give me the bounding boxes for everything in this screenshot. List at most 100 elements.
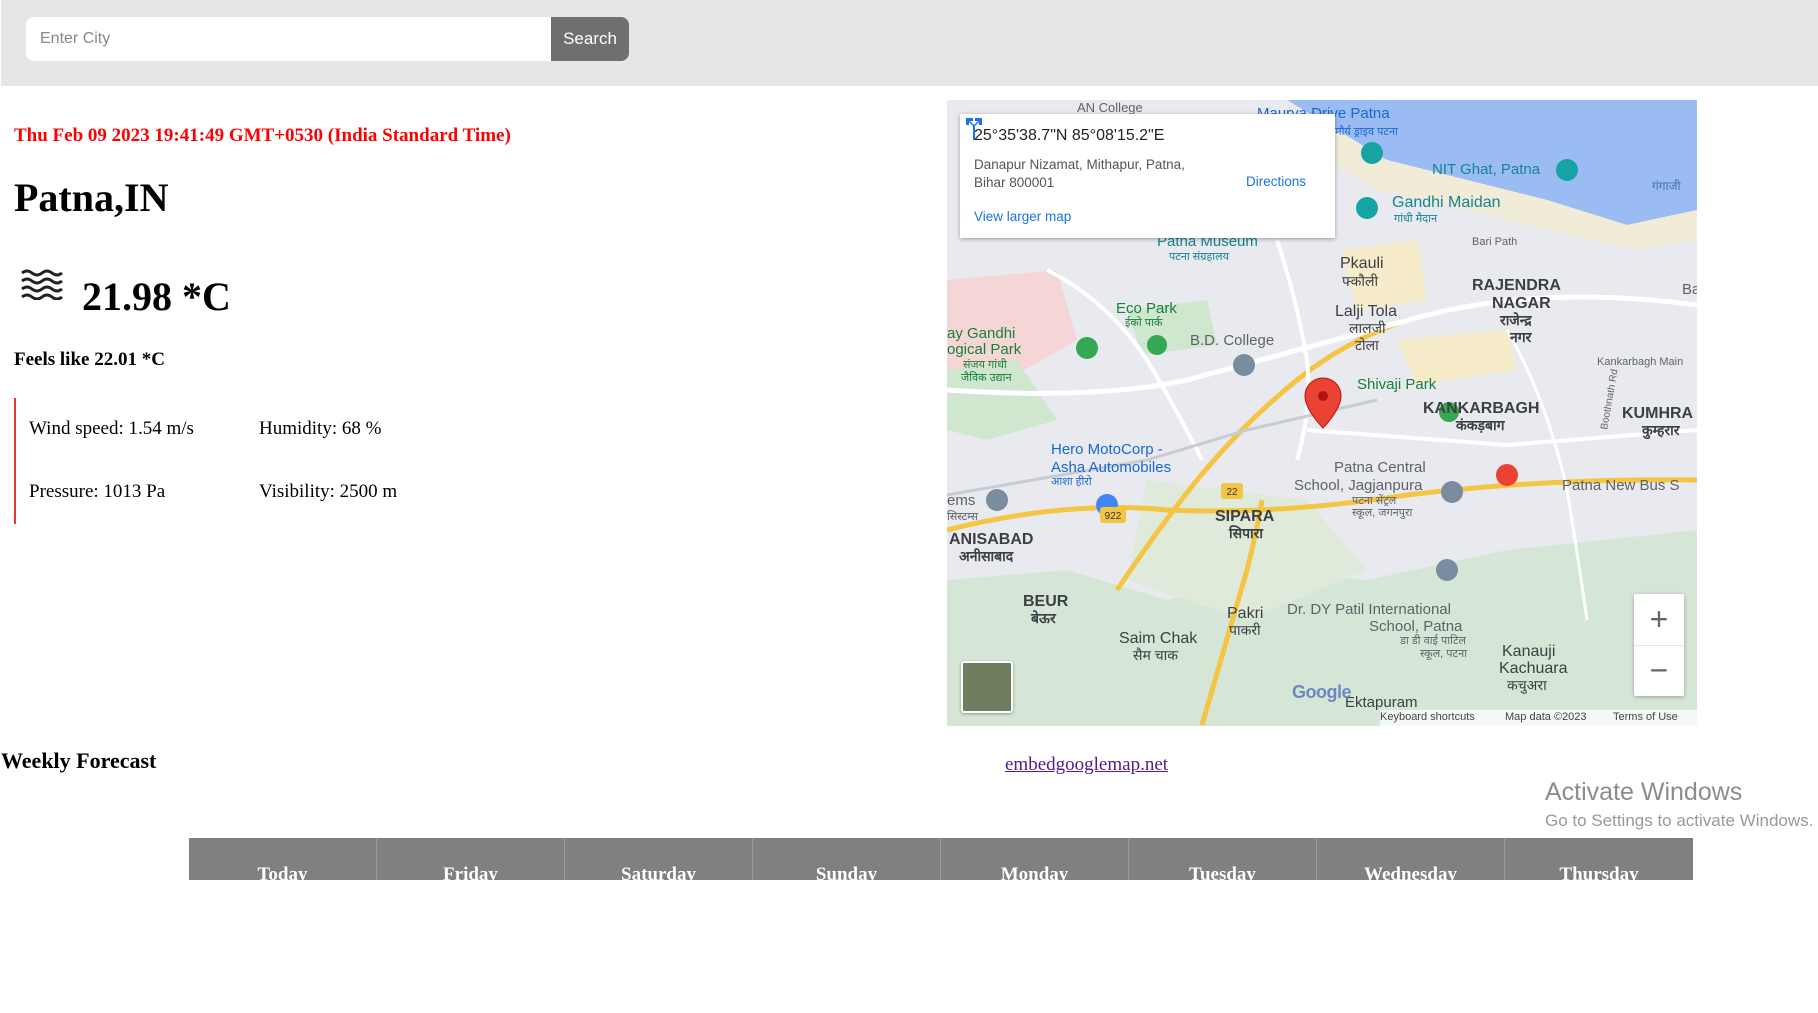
map-label: पटना संग्रहालय: [1169, 250, 1230, 263]
temperature-value: 21.98 *C: [82, 274, 231, 319]
map-address: Danapur Nizamat, Mithapur, Patna, Bihar …: [974, 157, 1185, 190]
map-label: सिपारा: [1228, 525, 1264, 541]
map-label: फ्कौली: [1342, 273, 1378, 289]
forecast-day-header: Wednesday: [1317, 838, 1505, 880]
windows-activation-watermark: Activate Windows Go to Settings to activ…: [1545, 778, 1813, 831]
map-label: Kankarbagh Main: [1597, 356, 1683, 368]
map-label: Saim Chak: [1119, 630, 1198, 647]
map-label: ईको पार्क: [1125, 316, 1163, 329]
map-label: NIT Ghat, Patna: [1432, 161, 1541, 178]
embed-credit-link[interactable]: embedgooglemap.net: [1005, 754, 1168, 776]
map-coordinates: 25°35'38.7"N 85°08'15.2"E: [974, 127, 1165, 144]
road-shield: 22: [1226, 487, 1238, 498]
google-logo: Google: [1292, 682, 1352, 702]
forecast-day-header: Tuesday: [1129, 838, 1317, 880]
map-label: Dr. DY Patil International: [1287, 601, 1451, 618]
map-label: Bari Path: [1472, 236, 1517, 248]
map-label: BEUR: [1023, 593, 1069, 610]
map-label: कचुअरा: [1507, 677, 1547, 694]
map-label: SIPARA: [1215, 508, 1275, 525]
map-label: गंगाजी: [1652, 179, 1682, 193]
map-label: ems: [947, 492, 975, 509]
map-label: सैम चाक: [1133, 647, 1178, 663]
map-label: अनीसाबाद: [959, 548, 1014, 564]
map-label: सिस्टम्स: [947, 510, 979, 523]
wind-speed: Wind speed: 1.54 m/s: [29, 418, 194, 439]
map-label: AN College: [1077, 100, 1143, 115]
map-label: KANKARBAGH: [1423, 400, 1539, 417]
map-label: School, Patna: [1369, 618, 1463, 635]
embedded-map[interactable]: AN College Maurya Drive Patna मौर्य ड्रा…: [947, 100, 1697, 726]
activation-subtitle: Go to Settings to activate Windows.: [1545, 811, 1814, 830]
forecast-day-header: Sunday: [753, 838, 941, 880]
forecast-day-header: Today: [189, 838, 377, 880]
map-label: कंकड़बाग: [1455, 417, 1506, 433]
current-datetime: Thu Feb 09 2023 19:41:49 GMT+0530 (India…: [14, 125, 511, 146]
map-label: KUMHRA: [1622, 405, 1694, 422]
activation-title: Activate Windows: [1545, 778, 1743, 806]
map-label: Ektapuram: [1345, 694, 1418, 711]
keyboard-shortcuts-link[interactable]: Keyboard shortcuts: [1380, 711, 1475, 723]
map-label: नगर: [1509, 329, 1533, 345]
haze-icon: [21, 269, 63, 300]
map-label: Shivaji Park: [1357, 376, 1437, 393]
map-label: Gandhi Maidan: [1392, 194, 1501, 211]
city-name: Patna,IN: [14, 175, 169, 220]
search-bar: Search: [1, 0, 1818, 86]
map-label: School, Jagjanpura: [1294, 477, 1423, 494]
road-shield: 922: [1105, 511, 1122, 522]
map-label: संजय गांधी: [963, 358, 1007, 371]
satellite-layer-button[interactable]: [961, 661, 1013, 713]
map-label: जैविक उद्यान: [961, 371, 1012, 384]
map-label: Kachuara: [1499, 660, 1568, 677]
zoom-out-button[interactable]: −: [1634, 645, 1684, 696]
map-label: राजेन्द्र: [1499, 312, 1532, 328]
visibility: Visibility: 2500 m: [259, 481, 398, 502]
map-data-text: Map data ©2023: [1505, 711, 1587, 723]
map-label: RAJENDRA: [1472, 277, 1561, 294]
map-label: Lalji Tola: [1335, 303, 1397, 320]
map-label: डा डी वाई पाटिल: [1399, 634, 1466, 647]
weekly-forecast-title: Weekly Forecast: [1, 748, 157, 773]
map-label: Patna New Bus S: [1562, 477, 1680, 494]
directions-link[interactable]: Directions: [1246, 174, 1306, 189]
forecast-day-header: Monday: [941, 838, 1129, 880]
map-label: NAGAR: [1492, 295, 1551, 312]
map-label: Pakri: [1227, 605, 1263, 622]
view-larger-map-link[interactable]: View larger map: [974, 209, 1071, 224]
directions-icon[interactable]: [960, 114, 988, 142]
map-label: B.D. College: [1190, 332, 1274, 349]
map-attribution-bar: Keyboard shortcuts Map data ©2023 Terms …: [1380, 710, 1697, 726]
map-label: ay Gandhi: [947, 325, 1015, 342]
map-label: ogical Park: [947, 341, 1022, 358]
forecast-day-header: Thursday: [1559, 864, 1639, 880]
forecast-table-header: Today Friday Saturday Sunday Monday Tues…: [189, 838, 1693, 880]
map-label: पाकरी: [1229, 622, 1261, 638]
zoom-in-button[interactable]: +: [1634, 594, 1684, 646]
forecast-day-header: Saturday: [565, 838, 753, 880]
map-label: बेऊर: [1030, 610, 1057, 626]
map-label: Pkauli: [1340, 255, 1384, 272]
map-label: Asha Automobiles: [1051, 459, 1171, 476]
terms-of-use-link[interactable]: Terms of Use: [1613, 711, 1678, 723]
feels-like-text: Feels like 22.01 *C: [14, 349, 165, 370]
city-search-input[interactable]: [26, 17, 551, 61]
humidity: Humidity: 68 %: [259, 418, 382, 439]
map-label: टोला: [1355, 337, 1379, 353]
map-label: Hero MotoCorp -: [1051, 441, 1163, 458]
map-label: Ba: [1682, 281, 1697, 298]
map-label: कुम्हरार: [1641, 422, 1681, 440]
forecast-day-header: Friday: [377, 838, 565, 880]
map-label: मौर्य ड्राइव पटना: [1335, 125, 1398, 138]
search-button[interactable]: Search: [551, 17, 629, 61]
map-label: Patna Central: [1334, 459, 1426, 476]
map-label: स्कूल, पटना: [1420, 648, 1467, 661]
map-label: पटना सेंट्रल: [1352, 494, 1397, 507]
map-label: Eco Park: [1116, 300, 1177, 317]
map-label: Kanauji: [1502, 643, 1555, 660]
map-label: ANISABAD: [949, 531, 1033, 548]
weather-details-panel: Wind speed: 1.54 m/s Humidity: 68 % Pres…: [14, 398, 446, 524]
map-label: गांधी मैदान: [1394, 212, 1438, 225]
map-zoom-controls: + −: [1634, 594, 1684, 696]
map-label: लालजी: [1349, 320, 1386, 336]
